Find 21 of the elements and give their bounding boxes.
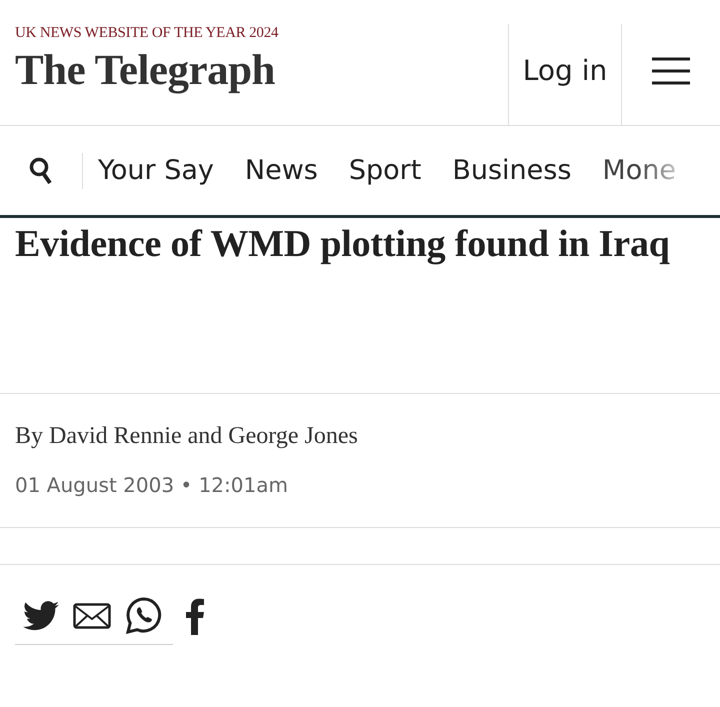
menu-icon xyxy=(652,56,690,84)
nav-link[interactable]: Sport xyxy=(348,155,422,186)
article-headline: Evidence of WMD plotting found in Iraq xyxy=(0,218,720,394)
award-tagline: UK NEWS WEBSITE OF THE YEAR 2024 xyxy=(15,24,278,42)
login-button[interactable]: Log in xyxy=(508,24,622,125)
whatsapp-icon xyxy=(125,596,163,634)
nav-link[interactable]: Business xyxy=(452,155,572,186)
article-byline: By David Rennie and George Jones xyxy=(15,423,358,450)
publish-date: 01 August 2003 • 12:01am xyxy=(15,473,288,497)
nav-link[interactable]: News xyxy=(244,155,318,186)
search-icon xyxy=(29,156,53,184)
share-button[interactable] xyxy=(23,600,59,630)
share-button[interactable] xyxy=(185,596,205,634)
twitter-icon xyxy=(23,600,59,630)
facebook-icon xyxy=(185,596,205,634)
nav-link[interactable]: Mone xyxy=(602,155,676,186)
site-logo[interactable]: The Telegraph xyxy=(15,46,275,94)
share-button[interactable] xyxy=(125,596,163,634)
share-button[interactable] xyxy=(73,602,111,628)
email-icon xyxy=(73,602,111,628)
nav-link[interactable]: Your Say xyxy=(98,155,214,186)
